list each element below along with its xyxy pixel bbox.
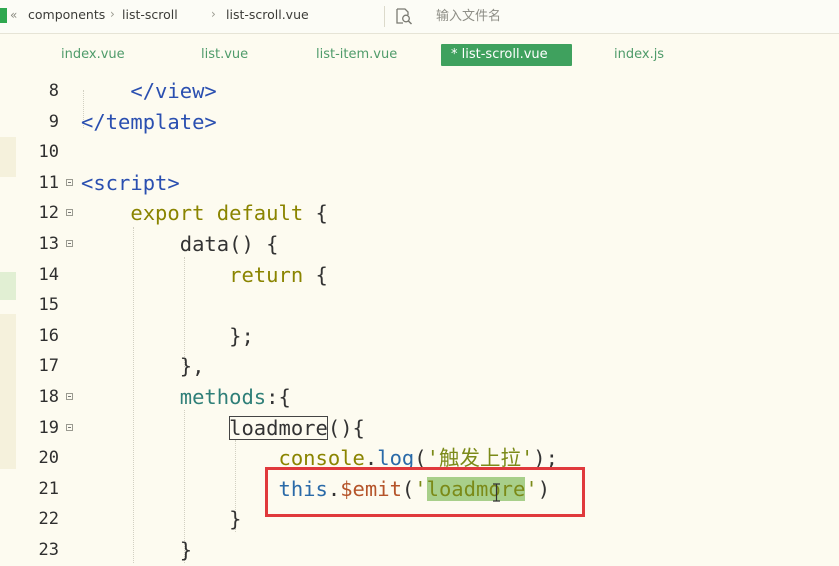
line-number: 17 [38,356,59,377]
line-number: 18 [38,387,59,407]
code-line-18[interactable]: 18 methods:{ [20,382,839,413]
line-number: 16 [38,325,59,346]
change-marker [0,272,16,300]
text-cursor-icon [493,483,500,502]
tab-list-item-vue[interactable]: list-item.vue [306,44,407,66]
line-number: 14 [38,264,59,285]
project-icon[interactable] [0,8,7,23]
file-search-input[interactable] [436,6,736,26]
line-number: 23 [38,540,59,560]
line-number: 8 [48,81,59,101]
fold-toggle-icon[interactable] [66,209,73,217]
code-line-14[interactable]: 14 return { [20,260,839,291]
editor-left-margin [0,74,20,563]
editor-tab-bar: index.vue list.vue list-item.vue * list-… [0,34,839,74]
code-line-16[interactable]: 16 }; [20,321,839,352]
line-number: 21 [38,478,59,499]
fold-toggle-icon[interactable] [66,393,73,400]
line-number: 12 [38,203,59,224]
tab-list-vue[interactable]: list.vue [191,44,258,66]
code-text[interactable]: data() { [81,229,279,260]
code-text[interactable]: console.log('触发上拉'); [81,443,558,474]
code-line-9[interactable]: 9 </template> [20,107,839,138]
code-text[interactable]: </template> [81,107,217,138]
breadcrumb-item-list-scroll[interactable]: list-scroll [122,7,178,22]
line-number: 19 [38,417,59,438]
code-line-22[interactable]: 22 } [20,504,839,535]
code-text[interactable]: this.$emit('loadmore') [81,474,550,505]
code-line-17[interactable]: 17 }, [20,351,839,382]
breadcrumb-item-components[interactable]: components [28,7,105,22]
code-line-11[interactable]: 11 <script> [20,168,839,199]
change-marker [0,314,16,469]
code-line-12[interactable]: 12 export default { [20,198,839,229]
breadcrumb-back-icon[interactable]: « [10,8,17,22]
code-text[interactable]: <script> [81,168,180,199]
code-line-20[interactable]: 20 console.log('触发上拉'); [20,443,839,474]
code-line-10[interactable]: 10 [20,137,839,168]
code-text[interactable]: } [81,535,192,566]
breadcrumb-separator-icon: › [211,7,216,21]
code-line-13[interactable]: 13 data() { [20,229,839,260]
line-number: 15 [38,295,59,316]
tab-list-scroll-vue[interactable]: * list-scroll.vue [441,44,572,66]
code-text[interactable]: return { [81,260,328,291]
line-number: 13 [38,234,59,254]
tab-index-vue[interactable]: index.vue [51,44,135,66]
fold-toggle-icon[interactable] [66,178,73,186]
breadcrumb-separator-icon: › [110,7,115,21]
line-number: 11 [38,172,59,193]
file-search-icon[interactable] [395,8,413,25]
code-text[interactable]: }; [81,321,254,352]
code-text[interactable]: export default { [81,198,327,229]
breadcrumb-item-file[interactable]: list-scroll.vue [226,7,309,22]
line-number: 20 [38,448,59,469]
line-number: 22 [38,509,59,530]
code-text[interactable]: } [81,504,241,535]
code-line-21[interactable]: 21 this.$emit('loadmore') [20,474,839,505]
toolbar-divider [384,6,385,27]
code-line-19[interactable]: 19 loadmore(){ [20,413,839,444]
code-line-23[interactable]: 23 } [20,535,839,566]
tab-index-js[interactable]: index.js [604,44,674,66]
line-number: 10 [38,142,59,163]
code-text[interactable]: </view> [81,76,216,107]
code-line-15[interactable]: 15 [20,290,839,321]
change-marker [0,137,16,177]
code-text[interactable]: loadmore(){ [81,413,365,444]
fold-toggle-icon[interactable] [66,423,73,431]
code-text[interactable]: methods:{ [81,382,291,413]
fold-toggle-icon[interactable] [66,240,73,247]
code-line-8[interactable]: 8 </view> [20,76,839,107]
code-editor[interactable]: 8 </view> 9 </template> 10 11 <script> 1… [20,74,839,563]
line-number: 9 [48,111,59,132]
code-text[interactable]: }, [81,351,205,382]
top-bar: « components › list-scroll › list-scroll… [0,0,839,34]
